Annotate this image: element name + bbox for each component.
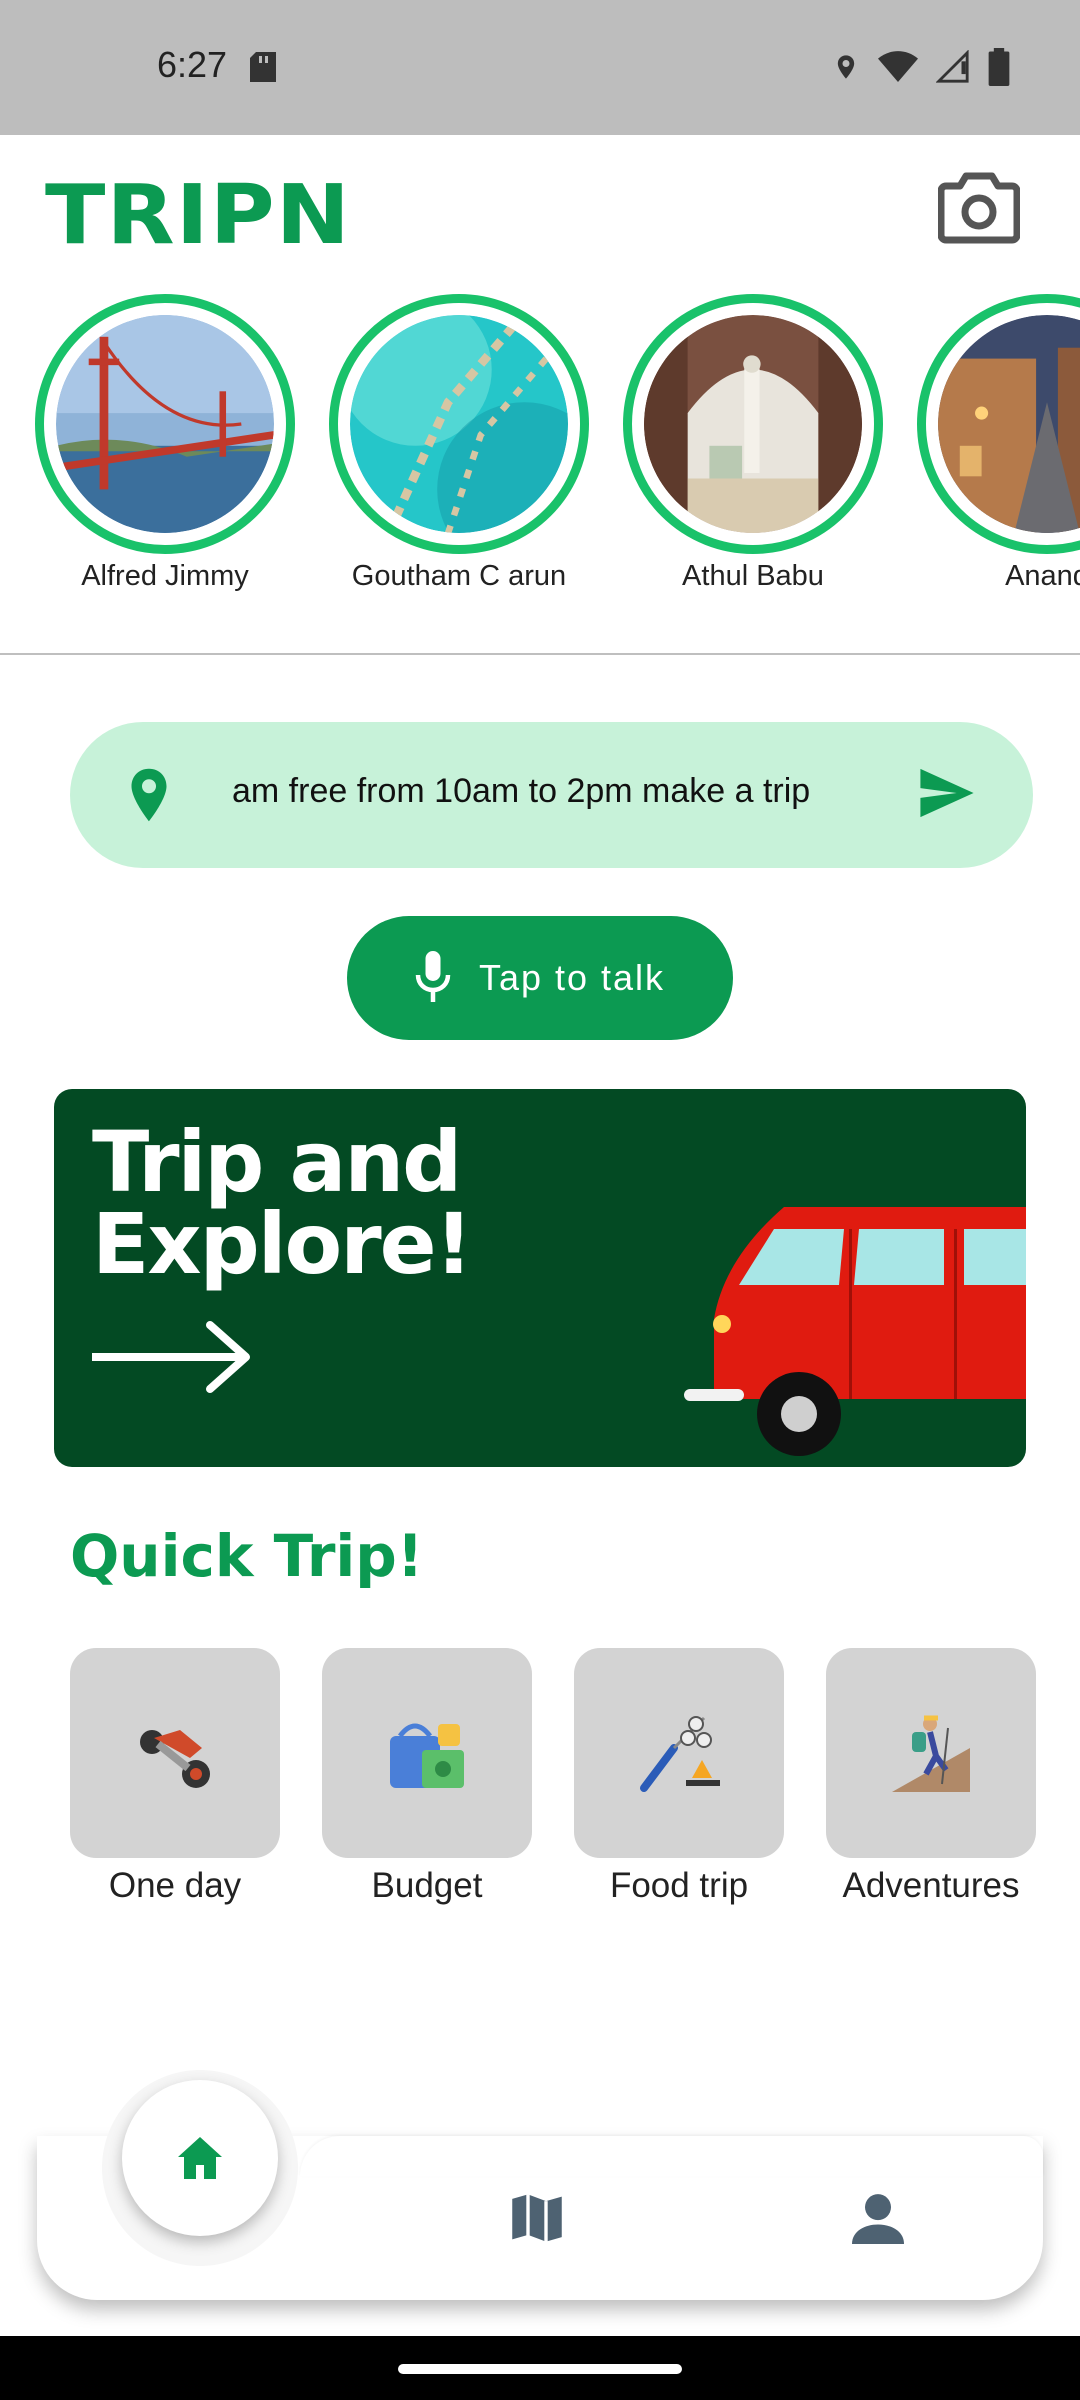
story-item[interactable]: Anand bbox=[917, 294, 1080, 593]
quick-trip-food-trip[interactable]: Food trip bbox=[574, 1648, 784, 1906]
quick-trip-one-day[interactable]: One day bbox=[70, 1648, 280, 1906]
wifi-icon bbox=[878, 51, 918, 82]
story-image bbox=[644, 315, 862, 533]
story-image bbox=[938, 315, 1080, 533]
nav-home-button[interactable] bbox=[122, 2080, 278, 2236]
banner-title: Trip and Explore! bbox=[92, 1113, 512, 1293]
send-icon[interactable] bbox=[918, 766, 976, 820]
story-name: Anand bbox=[1005, 560, 1080, 592]
tap-to-talk-label: Tap to talk bbox=[478, 957, 666, 998]
van-illustration bbox=[684, 1207, 1026, 1456]
quick-trip-label: Food trip bbox=[609, 1866, 749, 1905]
story-item[interactable]: Goutham C arun bbox=[329, 294, 589, 593]
status-time: 6:27 bbox=[157, 44, 228, 85]
quick-trip-label: Budget bbox=[371, 1866, 483, 1905]
story-name: Alfred Jimmy bbox=[81, 560, 249, 592]
bottom-nav-top bbox=[300, 2136, 1043, 2176]
quick-trip-label: One day bbox=[108, 1866, 242, 1905]
story-ring bbox=[917, 294, 1080, 554]
story-name: Athul Babu bbox=[682, 560, 824, 592]
microphone-icon bbox=[415, 951, 451, 1002]
story-item[interactable]: Alfred Jimmy bbox=[35, 294, 295, 593]
banner-title-line: Trip and bbox=[92, 1113, 462, 1211]
sd-card-icon bbox=[250, 52, 276, 82]
quick-trip-title: Quick Trip! bbox=[70, 1522, 424, 1590]
story-image bbox=[350, 315, 568, 533]
story-item[interactable]: Athul Babu bbox=[623, 294, 883, 593]
trip-prompt-input[interactable]: am free from 10am to 2pm make a trip bbox=[70, 722, 1033, 868]
trip-explore-banner[interactable]: Trip and Explore! bbox=[54, 1089, 1026, 1467]
quick-trip-label: Adventures bbox=[842, 1866, 1020, 1905]
story-ring bbox=[35, 294, 295, 554]
quick-trip-list: One day Budget Food trip Adventures bbox=[70, 1648, 1060, 1908]
prompt-text: am free from 10am to 2pm make a trip bbox=[232, 772, 811, 810]
signal-icon bbox=[936, 50, 969, 83]
status-icons bbox=[832, 48, 1010, 86]
quick-trip-tile bbox=[826, 1648, 1036, 1858]
app-logo: TRIPN bbox=[45, 168, 351, 263]
stories-row: Alfred Jimmy Goutham C arun Athul Babu A… bbox=[0, 294, 1080, 614]
person-icon[interactable] bbox=[852, 2192, 904, 2244]
location-pin-icon bbox=[131, 768, 167, 822]
tap-to-talk-button[interactable]: Tap to talk bbox=[347, 916, 733, 1040]
hiker-icon bbox=[892, 1715, 970, 1792]
quick-trip-tile bbox=[70, 1648, 280, 1858]
quick-trip-budget[interactable]: Budget bbox=[322, 1648, 532, 1906]
story-name: Goutham C arun bbox=[351, 560, 567, 592]
map-icon[interactable] bbox=[510, 2192, 564, 2244]
arrow-right-icon bbox=[92, 1321, 250, 1393]
grill-icon bbox=[640, 1716, 720, 1792]
quick-trip-tile bbox=[322, 1648, 532, 1858]
quick-trip-adventures[interactable]: Adventures bbox=[826, 1648, 1036, 1906]
status-bar: 6:27 bbox=[0, 0, 1080, 135]
home-gesture-bar[interactable] bbox=[398, 2364, 682, 2374]
divider bbox=[0, 653, 1080, 655]
camera-icon[interactable] bbox=[937, 170, 1021, 244]
story-image bbox=[56, 315, 274, 533]
story-ring bbox=[329, 294, 589, 554]
story-ring bbox=[623, 294, 883, 554]
battery-icon bbox=[988, 48, 1010, 86]
quick-trip-tile bbox=[574, 1648, 784, 1858]
banner-title-line: Explore! bbox=[92, 1195, 473, 1293]
wallet-cash-icon bbox=[390, 1723, 464, 1788]
location-icon bbox=[837, 55, 855, 79]
scooter-icon bbox=[140, 1730, 210, 1788]
home-icon bbox=[178, 2137, 222, 2179]
